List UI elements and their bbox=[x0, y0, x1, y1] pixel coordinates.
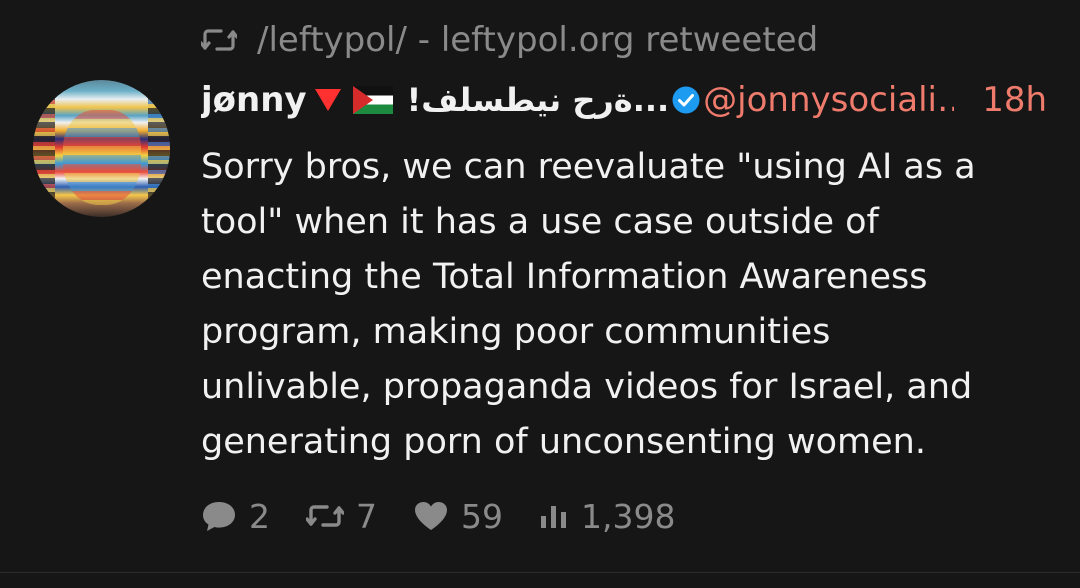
tweet-text: Sorry bros, we can reevaluate "using AI … bbox=[201, 147, 976, 462]
divider bbox=[0, 572, 1080, 573]
avatar-pattern-left bbox=[33, 80, 55, 217]
timestamp[interactable]: 18h bbox=[954, 76, 1047, 124]
verified-badge-icon bbox=[671, 85, 701, 115]
author-handle[interactable]: @jonnysociali… bbox=[703, 80, 971, 120]
retweet-header[interactable]: /leftypol/ - leftypol.org retweeted bbox=[201, 18, 818, 62]
like-button[interactable]: 59 bbox=[413, 497, 503, 536]
like-count: 59 bbox=[461, 496, 503, 536]
avatar-face bbox=[63, 110, 141, 205]
red-triangle-icon bbox=[314, 89, 341, 111]
avatar-pattern-right bbox=[148, 80, 170, 217]
avatar[interactable] bbox=[33, 80, 170, 217]
retweet-button[interactable]: 7 bbox=[306, 497, 377, 536]
action-bar: 2 7 59 1,398 bbox=[201, 494, 711, 538]
display-name[interactable]: jønny bbox=[201, 80, 307, 120]
retweet-icon bbox=[306, 501, 344, 531]
retweet-label[interactable]: /leftypol/ - leftypol.org retweeted bbox=[257, 20, 818, 60]
reply-icon bbox=[201, 499, 237, 533]
views-icon bbox=[539, 502, 569, 530]
views-button[interactable]: 1,398 bbox=[539, 497, 675, 536]
author-row[interactable]: jønny !فلسطين حرة... @jonnysociali… bbox=[201, 76, 1051, 124]
heart-icon bbox=[413, 500, 449, 532]
display-name-arabic[interactable]: !فلسطين حرة... bbox=[407, 81, 670, 119]
palestine-flag-icon bbox=[352, 86, 393, 114]
views-count: 1,398 bbox=[581, 496, 676, 536]
retweet-count: 7 bbox=[356, 496, 377, 536]
retweet-icon bbox=[201, 26, 237, 54]
tweet-card[interactable]: /leftypol/ - leftypol.org retweeted jønn… bbox=[0, 0, 1080, 588]
reply-count: 2 bbox=[249, 496, 270, 536]
reply-button[interactable]: 2 bbox=[201, 497, 270, 536]
